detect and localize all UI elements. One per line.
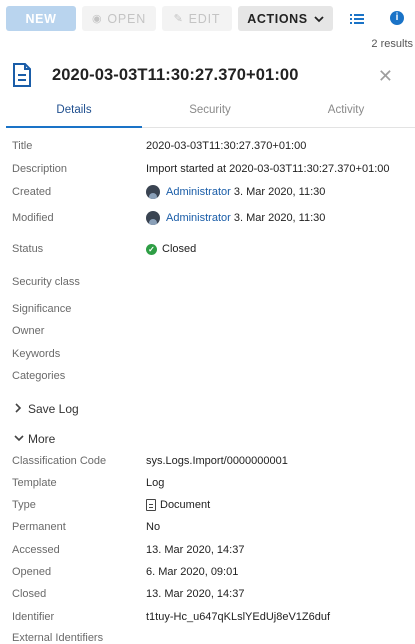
description-value: Import started at 2020-03-03T11:30:27.37…	[146, 163, 390, 175]
accessed-row: Accessed 13. Mar 2020, 14:37	[12, 542, 411, 558]
template-link[interactable]: Log	[146, 477, 164, 489]
significance-row: Significance	[12, 301, 411, 317]
accessed-value: 13. Mar 2020, 14:37	[146, 544, 245, 556]
chevron-down-icon	[14, 434, 28, 445]
accessed-label: Accessed	[12, 544, 60, 556]
external-identifiers-label: External Identifiers	[12, 632, 104, 644]
avatar	[146, 211, 160, 225]
check-circle-icon: ✓	[146, 243, 157, 255]
security-class-label: Security class	[12, 276, 80, 288]
modified-row: Modified Administrator 3. Mar 2020, 11:3…	[12, 210, 411, 226]
document-icon	[146, 499, 156, 511]
categories-row: Categories	[12, 368, 411, 384]
status-row: Status ✓ Closed	[12, 241, 411, 257]
page-title: 2020-03-03T11:30:27.370+01:00	[52, 65, 299, 84]
classification-code-label: Classification Code	[12, 455, 107, 467]
classification-code-row: Classification Code sys.Logs.Import/0000…	[12, 453, 411, 469]
new-button-label: NEW	[25, 11, 57, 26]
classification-code-value: sys.Logs.Import/0000000001	[146, 455, 288, 467]
actions-button-label: ACTIONS	[247, 11, 308, 26]
type-text: Document	[160, 499, 211, 511]
detail-header: 2020-03-03T11:30:27.370+01:00 ✕	[12, 60, 403, 90]
owner-label: Owner	[12, 325, 45, 337]
open-button[interactable]: ◉ OPEN	[82, 6, 156, 31]
significance-label: Significance	[12, 303, 72, 315]
status-text: Closed	[162, 243, 197, 255]
permanent-row: Permanent No	[12, 519, 411, 535]
modified-user-link[interactable]: Administrator	[166, 212, 231, 224]
tab-bar: Details Security Activity	[6, 104, 415, 128]
chevron-down-icon	[314, 12, 324, 26]
open-button-label: OPEN	[107, 11, 147, 26]
closed-value: 13. Mar 2020, 14:37	[146, 588, 245, 600]
created-row: Created Administrator 3. Mar 2020, 11:30	[12, 184, 411, 200]
modified-date: 3. Mar 2020, 11:30	[233, 212, 326, 224]
description-label: Description	[12, 163, 68, 175]
created-user-link[interactable]: Administrator	[166, 186, 231, 198]
edit-button-label: EDIT	[188, 11, 221, 26]
pencil-icon: ✎	[173, 13, 184, 25]
description-row: Description Import started at 2020-03-03…	[12, 161, 411, 177]
more-label: More	[28, 432, 56, 446]
new-button[interactable]: NEW	[6, 6, 76, 31]
created-label: Created	[12, 186, 52, 198]
owner-row: Owner	[12, 323, 411, 339]
created-value: Administrator 3. Mar 2020, 11:30	[146, 185, 325, 199]
more-section-toggle[interactable]: More	[14, 431, 55, 447]
closed-row: Closed 13. Mar 2020, 14:37	[12, 586, 411, 602]
opened-row: Opened 6. Mar 2020, 09:01	[12, 564, 411, 580]
save-log-section-toggle[interactable]: Save Log	[14, 401, 79, 417]
tab-security[interactable]: Security	[142, 104, 278, 127]
permanent-value: No	[146, 521, 161, 533]
template-row: Template Log	[12, 475, 411, 491]
identifier-value: t1tuy-Hc_u647qKLslYEdUj8eV1Z6duf	[146, 611, 331, 623]
title-value: 2020-03-03T11:30:27.370+01:00	[146, 140, 307, 152]
close-icon[interactable]: ✕	[378, 66, 393, 87]
permanent-label: Permanent	[12, 521, 66, 533]
keywords-row: Keywords	[12, 346, 411, 362]
avatar	[146, 185, 160, 199]
status-value: ✓ Closed	[146, 243, 196, 255]
categories-label: Categories	[12, 370, 66, 382]
title-row: Title 2020-03-03T11:30:27.370+01:00	[12, 138, 411, 154]
security-class-row: Security class	[12, 274, 411, 290]
document-icon	[12, 62, 32, 88]
template-label: Template	[12, 477, 57, 489]
chevron-right-icon	[14, 402, 28, 416]
info-icon[interactable]: i	[390, 11, 404, 25]
eye-icon: ◉	[91, 13, 103, 25]
type-value: Document	[146, 499, 210, 511]
closed-label: Closed	[12, 588, 47, 600]
modified-value: Administrator 3. Mar 2020, 11:30	[146, 211, 325, 225]
type-label: Type	[12, 499, 36, 511]
identifier-label: Identifier	[12, 611, 55, 623]
identifier-row: Identifier t1tuy-Hc_u647qKLslYEdUj8eV1Z6…	[12, 609, 411, 625]
type-row: Type Document	[12, 497, 411, 513]
keywords-label: Keywords	[12, 348, 61, 360]
modified-label: Modified	[12, 212, 54, 224]
created-date: 3. Mar 2020, 11:30	[233, 186, 326, 198]
external-identifiers-row: External Identifiers	[12, 630, 411, 644]
tab-activity[interactable]: Activity	[278, 104, 414, 127]
opened-value: 6. Mar 2020, 09:01	[146, 566, 239, 578]
save-log-label: Save Log	[28, 402, 79, 416]
status-label: Status	[12, 243, 44, 255]
actions-button[interactable]: ACTIONS	[238, 6, 333, 31]
results-count: 2 results	[371, 38, 413, 50]
tab-details[interactable]: Details	[6, 104, 142, 128]
list-view-icon[interactable]	[348, 6, 366, 31]
edit-button[interactable]: ✎ EDIT	[162, 6, 232, 31]
opened-label: Opened	[12, 566, 52, 578]
title-label: Title	[12, 140, 33, 152]
